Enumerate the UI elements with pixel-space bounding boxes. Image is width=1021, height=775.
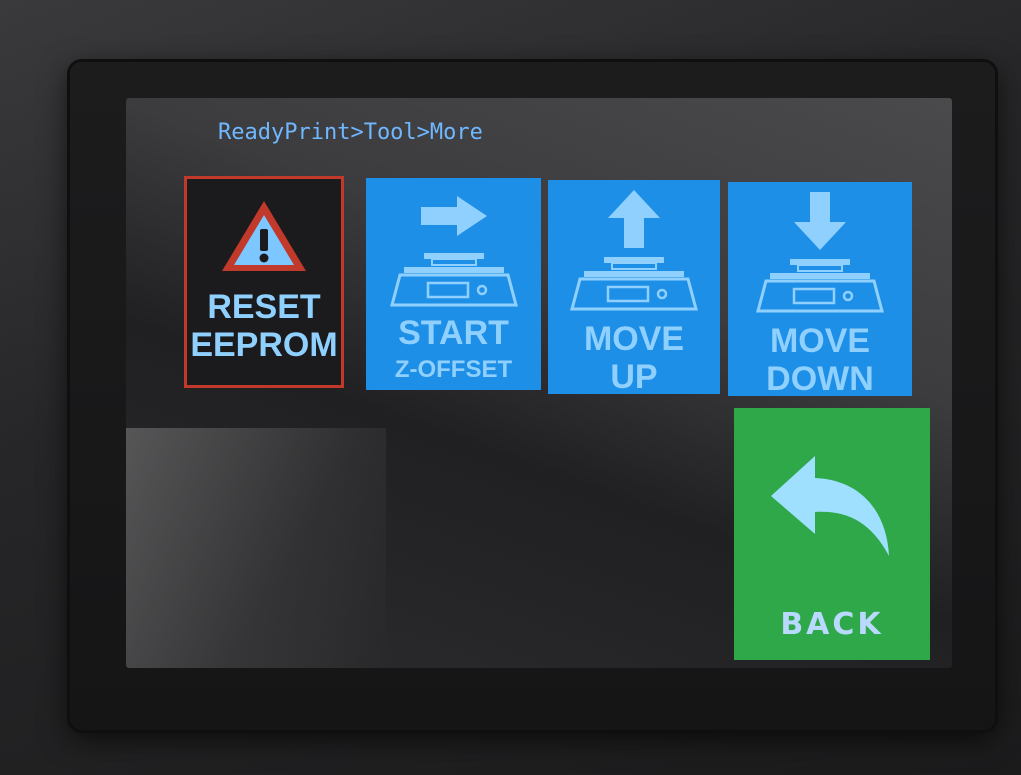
back-arrow-icon xyxy=(767,452,897,567)
arrow-right-icon xyxy=(419,194,489,243)
move-up-label-line1: MOVE xyxy=(583,320,685,358)
touch-screen: ReadyPrint>Tool>More RESET EEPROM START … xyxy=(126,98,952,668)
arrow-down-icon xyxy=(792,190,848,257)
start-z-offset-label-line2: Z-OFFSET xyxy=(394,356,513,383)
start-z-offset-label-line1: START xyxy=(398,314,509,352)
reset-eeprom-label-line2: EEPROM xyxy=(190,326,338,364)
back-label: BACK xyxy=(780,607,884,642)
move-down-button[interactable]: MOVE DOWN xyxy=(728,182,912,396)
move-down-label-line2: DOWN xyxy=(766,360,874,398)
device-photo: ReadyPrint>Tool>More RESET EEPROM START … xyxy=(0,0,1021,775)
print-bed-icon xyxy=(564,255,704,318)
reset-eeprom-button[interactable]: RESET EEPROM xyxy=(184,176,344,388)
back-button[interactable]: BACK xyxy=(734,408,930,660)
breadcrumb: ReadyPrint>Tool>More xyxy=(218,120,483,145)
print-bed-icon xyxy=(750,257,890,320)
move-down-label-line1: MOVE xyxy=(769,322,871,360)
reset-eeprom-label-line1: RESET xyxy=(207,288,321,326)
move-up-button[interactable]: MOVE UP xyxy=(548,180,720,394)
warning-icon xyxy=(218,197,310,280)
move-up-label-line2: UP xyxy=(610,358,658,396)
arrow-up-icon xyxy=(606,188,662,255)
start-z-offset-button[interactable]: START Z-OFFSET xyxy=(366,178,541,390)
print-bed-icon xyxy=(384,251,524,314)
screen-glare xyxy=(126,428,386,668)
